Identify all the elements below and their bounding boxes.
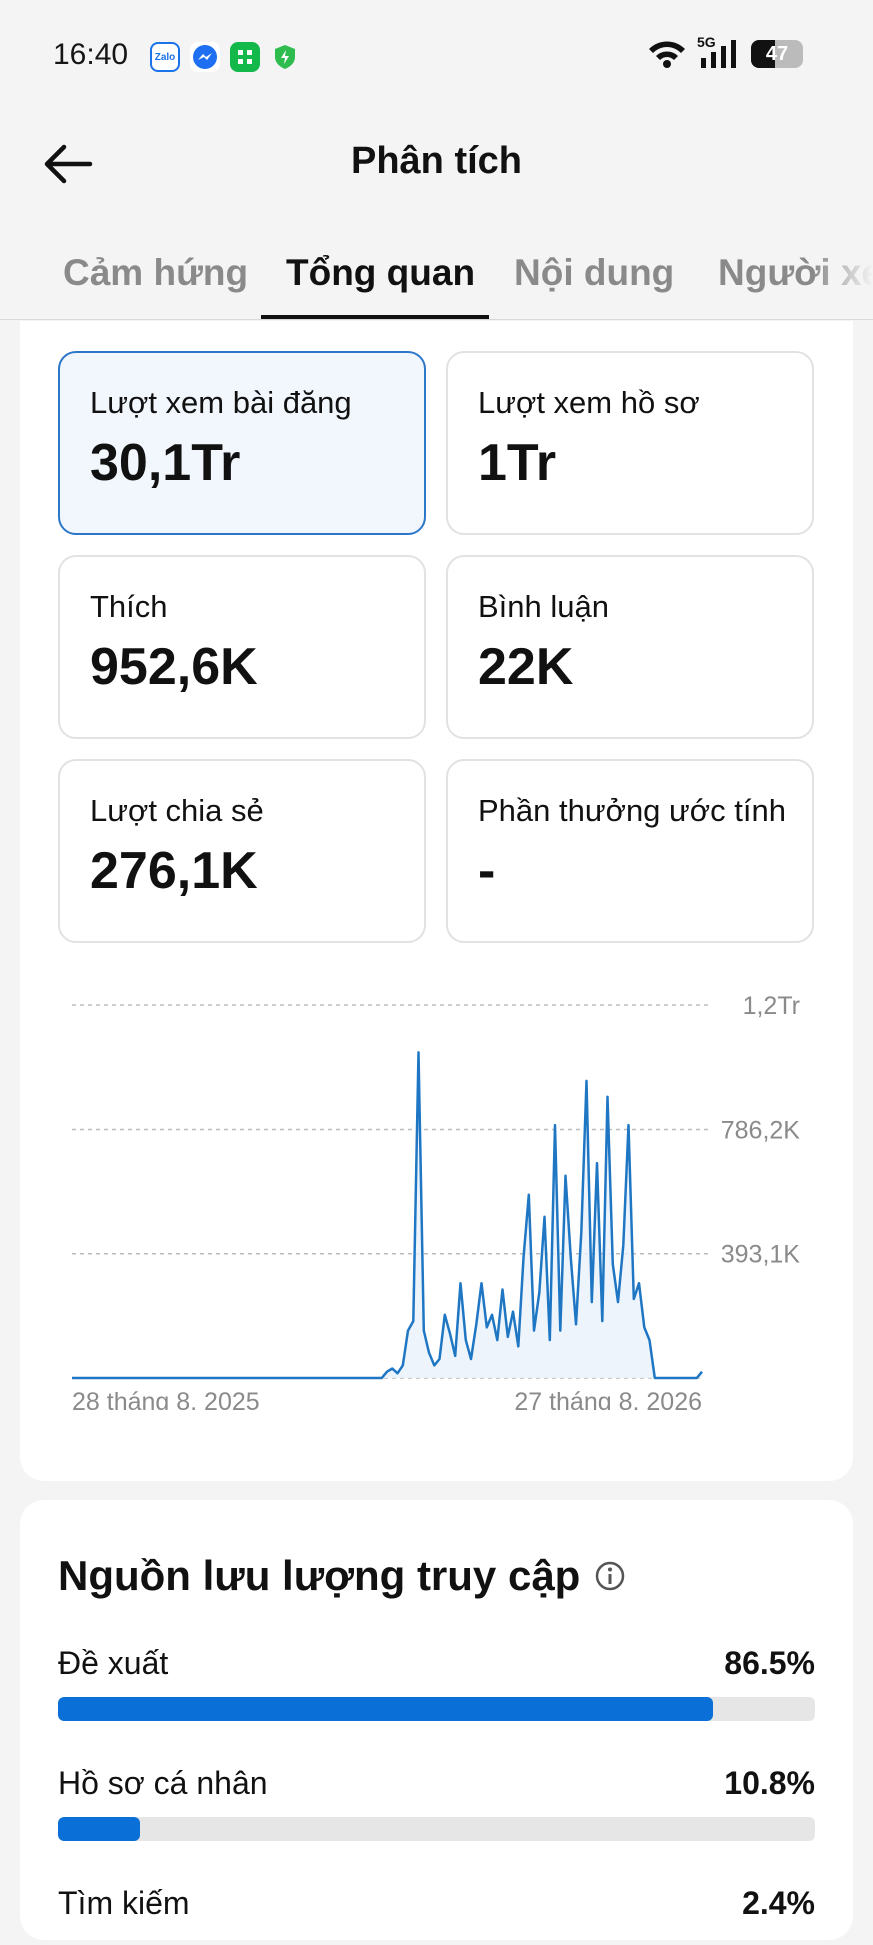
metric-value: - [478, 842, 496, 900]
metric-value: 22K [478, 638, 574, 696]
tab-fade-overlay [813, 232, 873, 319]
tab-inspiration[interactable]: Cảm hứng [63, 252, 248, 294]
traffic-source-label: Tìm kiếm [58, 1885, 190, 1921]
green-app-icon [230, 42, 260, 72]
status-right: 5G 47 [647, 34, 803, 70]
traffic-source-percent: 2.4% [742, 1885, 815, 1921]
metric-estimated-reward[interactable]: Phần thưởng ước tính - [446, 759, 814, 943]
traffic-source-percent: 86.5% [724, 1645, 815, 1681]
traffic-source-row: Đề xuất 86.5% [58, 1645, 815, 1735]
metric-shares[interactable]: Lượt chia sẻ 276,1K [58, 759, 426, 943]
metric-post-views[interactable]: Lượt xem bài đăng 30,1Tr [58, 351, 426, 535]
metric-comments[interactable]: Bình luận 22K [446, 555, 814, 739]
traffic-source-row: Hồ sơ cá nhân 10.8% [58, 1765, 815, 1855]
metric-label: Lượt chia sẻ [90, 793, 264, 828]
tab-active-indicator [261, 315, 489, 319]
metric-value: 30,1Tr [90, 434, 241, 492]
cellular-signal-icon: 5G [697, 34, 741, 70]
views-line-chart[interactable]: 1,2Tr 786,2K 393,1K 28 tháng 8, 2025 27 thán… [60, 980, 820, 1410]
metric-label: Phần thưởng ước tính [478, 793, 786, 828]
metric-label: Lượt xem hồ sơ [478, 385, 700, 420]
status-app-icons: Zalo [150, 42, 300, 72]
section-title: Nguồn lưu lượng truy cập [58, 1552, 626, 1600]
tab-overview[interactable]: Tổng quan [286, 252, 475, 294]
traffic-source-bar-fill [58, 1697, 713, 1721]
chart-y-tick-label: 1,2Tr [743, 992, 800, 1020]
metric-value: 276,1K [90, 842, 258, 900]
chart-y-tick-label: 786,2K [721, 1116, 801, 1144]
tab-content[interactable]: Nội dung [514, 252, 674, 294]
metric-profile-views[interactable]: Lượt xem hồ sơ 1Tr [446, 351, 814, 535]
info-icon[interactable] [594, 1560, 626, 1592]
app-header: Phân tích [0, 118, 873, 206]
traffic-source-bar [58, 1697, 815, 1721]
traffic-source-bar [58, 1817, 815, 1841]
chart-y-tick-label: 393,1K [721, 1241, 801, 1269]
traffic-source-row: Tìm kiếm 2.4% [58, 1885, 815, 1945]
wifi-icon [649, 41, 685, 68]
metric-value: 952,6K [90, 638, 258, 696]
metric-label: Thích [90, 589, 168, 624]
metric-likes[interactable]: Thích 952,6K [58, 555, 426, 739]
traffic-source-bar-fill [58, 1817, 140, 1841]
battery-indicator: 47 [751, 40, 803, 68]
status-bar: 16:40 Zalo 5G 47 [0, 0, 873, 118]
traffic-source-percent: 10.8% [724, 1765, 815, 1801]
status-time: 16:40 [53, 38, 129, 71]
messenger-icon [190, 42, 220, 72]
page-title: Phân tích [350, 140, 523, 182]
metric-label: Bình luận [478, 589, 609, 624]
shield-icon [270, 42, 300, 72]
traffic-sources-card: Nguồn lưu lượng truy cập Đề xuất 86.5% H… [20, 1500, 853, 1940]
battery-level: 47 [765, 42, 789, 65]
tab-bar: Cảm hứng Tổng quan Nội dung Người xem [0, 232, 873, 320]
traffic-title: Nguồn lưu lượng truy cập [58, 1552, 581, 1599]
chart-x-tick-label: 27 tháng 8, 2026 [514, 1388, 702, 1410]
chart-x-tick-label: 28 tháng 8, 2025 [72, 1388, 260, 1410]
traffic-source-label: Đề xuất [58, 1645, 169, 1681]
zalo-icon: Zalo [150, 42, 180, 72]
metric-value: 1Tr [478, 434, 557, 492]
traffic-source-label: Hồ sơ cá nhân [58, 1765, 268, 1801]
metric-label: Lượt xem bài đăng [90, 385, 352, 420]
